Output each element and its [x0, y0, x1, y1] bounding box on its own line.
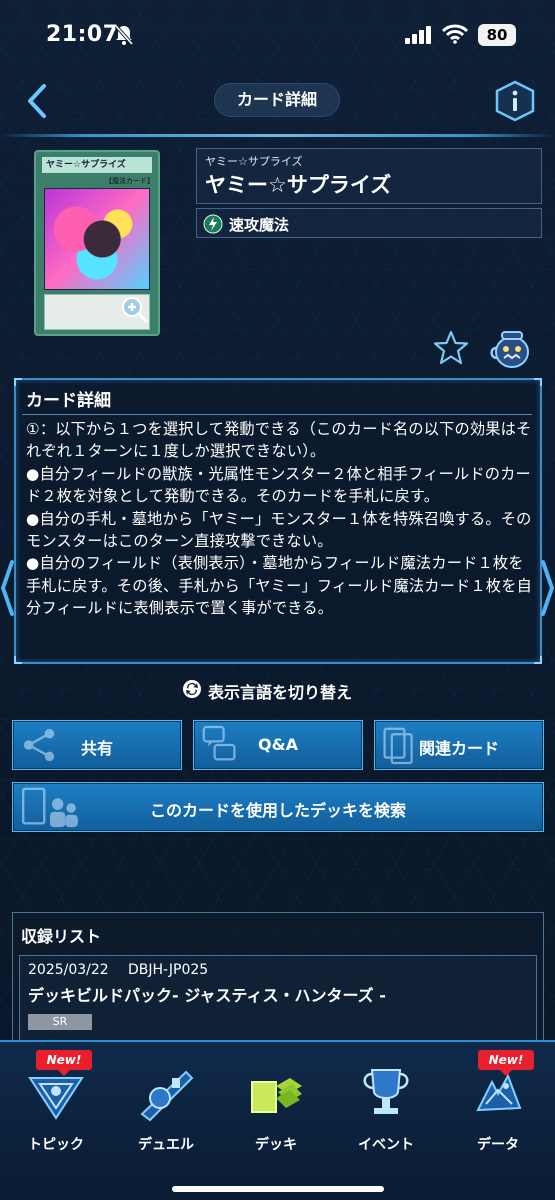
- card-artwork: [44, 188, 150, 290]
- share-button-label: 共有: [80, 739, 113, 758]
- nav-label-event: イベント: [358, 1137, 414, 1153]
- cellular-signal-icon: [405, 26, 431, 44]
- nav-label-duel: デュエル: [138, 1137, 194, 1153]
- topic-icon: [28, 1077, 84, 1120]
- deck-search-button[interactable]: このカードを使用したデッキを検索: [12, 782, 544, 832]
- nav-item-deck[interactable]: デッキ: [226, 1056, 326, 1166]
- back-arrow-icon[interactable]: [22, 82, 56, 120]
- frame-corner: [14, 656, 22, 664]
- frame-corner: [534, 656, 542, 664]
- card-name-panel: ヤミー☆サプライズ ヤミー☆サプライズ: [196, 148, 542, 204]
- card-name: ヤミー☆サプライズ: [205, 173, 392, 197]
- quick-play-spell-icon: [203, 214, 223, 234]
- nav-item-data[interactable]: New! データ: [448, 1050, 548, 1166]
- zoom-in-icon[interactable]: [120, 295, 150, 325]
- battery-indicator: 80: [478, 24, 516, 46]
- nav-label-topic: トピック: [28, 1137, 84, 1153]
- qa-button-label: Q&A: [258, 735, 298, 754]
- card-art-name: ヤミー☆サプライズ: [42, 157, 152, 173]
- share-button[interactable]: 共有: [12, 720, 182, 770]
- rarity-badge: SR: [28, 1014, 92, 1030]
- info-icon[interactable]: [494, 80, 536, 122]
- data-dragon-icon: [476, 1073, 522, 1112]
- nav-item-topic[interactable]: New! トピック: [6, 1050, 106, 1166]
- new-badge: New!: [478, 1050, 534, 1076]
- detail-divider: [22, 414, 532, 415]
- bottom-navigation: New! トピック デュエル デッキ イベント New! データ: [0, 1040, 555, 1200]
- frame-corner: [534, 378, 542, 386]
- deck-search-button-label: このカードを使用したデッキを検索: [149, 801, 406, 820]
- related-cards-button[interactable]: 関連カード: [374, 720, 544, 770]
- bell-muted-icon: [114, 24, 134, 46]
- card-art-type: 【魔法カード】: [105, 177, 154, 185]
- language-toggle-label: 表示言語を切り替え: [208, 683, 353, 702]
- nav-label-deck: デッキ: [255, 1137, 297, 1153]
- new-badge: New!: [36, 1050, 92, 1076]
- recording-list: 収録リスト 2025/03/22 DBJH-JP025 デッキビルドパック- ジ…: [12, 912, 544, 1052]
- language-toggle[interactable]: 表示言語を切り替え: [180, 677, 380, 702]
- card-effect-text: ①：以下から１つを選択して発動できる（このカード名の以下の効果はそれぞれ１ターン…: [26, 420, 532, 618]
- home-indicator: [172, 1186, 384, 1192]
- previous-card-arrow-icon[interactable]: [0, 558, 14, 618]
- wifi-icon: [442, 24, 468, 44]
- card-name-ruby: ヤミー☆サプライズ: [205, 155, 303, 168]
- card-image[interactable]: ヤミー☆サプライズ 【魔法カード】: [34, 150, 160, 336]
- deck-icon: [251, 1078, 302, 1113]
- pack-name: デッキビルドパック- ジャスティス・ハンターズ -: [28, 986, 386, 1005]
- mascot-pot-icon[interactable]: [488, 326, 534, 370]
- frame-corner: [14, 378, 22, 386]
- page-title: カード詳細: [214, 83, 340, 117]
- release-date: 2025/03/22: [28, 962, 109, 978]
- nav-item-event[interactable]: イベント: [336, 1056, 436, 1166]
- nav-item-duel[interactable]: デュエル: [116, 1056, 216, 1166]
- switch-language-icon: [183, 680, 201, 698]
- detail-title: カード詳細: [26, 391, 111, 411]
- trophy-icon: [363, 1069, 409, 1114]
- related-cards-button-label: 関連カード: [418, 739, 499, 758]
- recording-list-title: 収録リスト: [21, 927, 102, 946]
- next-card-arrow-icon[interactable]: [540, 558, 555, 618]
- duel-disk-icon: [140, 1070, 194, 1122]
- card-type-panel: 速攻魔法: [196, 208, 542, 238]
- status-time: 21:07: [46, 22, 119, 47]
- list-item[interactable]: 2025/03/22 DBJH-JP025 デッキビルドパック- ジャスティス・…: [19, 955, 537, 1049]
- card-type-label: 速攻魔法: [229, 216, 290, 234]
- nav-label-data: データ: [477, 1137, 519, 1153]
- favorite-star-icon[interactable]: [432, 330, 470, 366]
- qa-button[interactable]: Q&A: [193, 720, 363, 770]
- card-set-code: DBJH-JP025: [128, 962, 209, 978]
- header-divider: [0, 134, 555, 137]
- card-detail-box: カード詳細 ①：以下から１つを選択して発動できる（このカード名の以下の効果はそれ…: [14, 378, 542, 664]
